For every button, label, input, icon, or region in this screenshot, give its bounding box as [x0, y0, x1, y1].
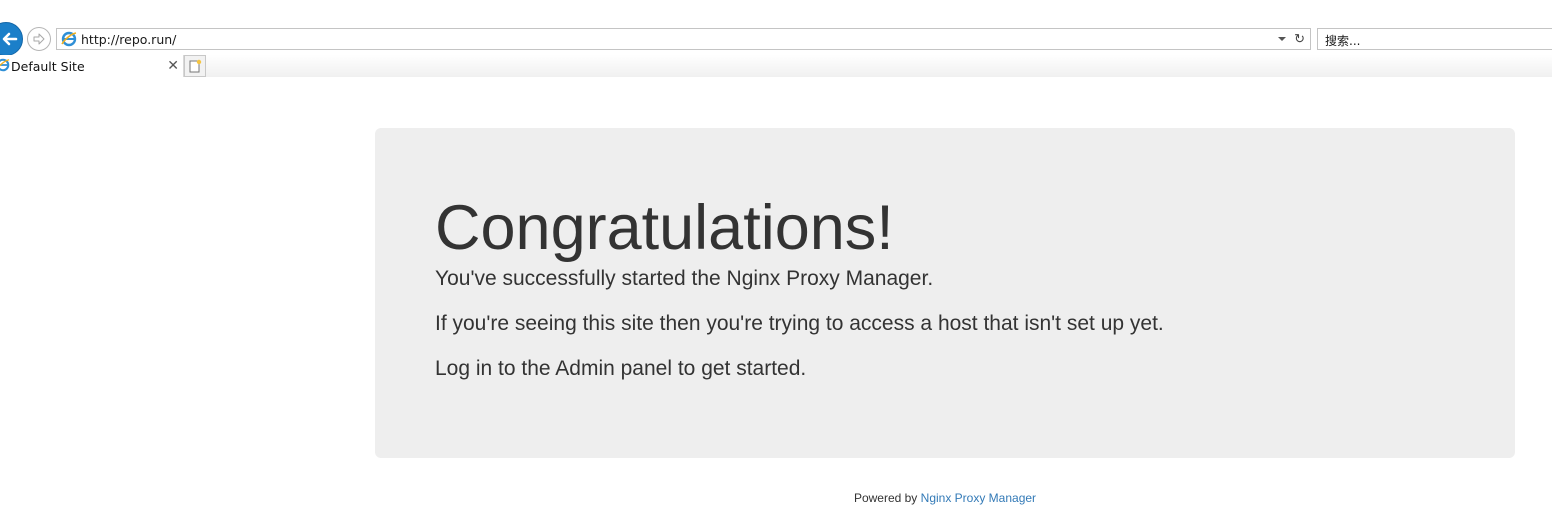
- tab-label: Default Site: [11, 59, 85, 74]
- page-title: Congratulations!: [435, 193, 894, 263]
- new-tab-icon: [189, 59, 202, 73]
- forward-arrow-icon: [33, 33, 45, 45]
- ie-icon: [0, 58, 10, 72]
- ie-icon: [61, 31, 77, 47]
- login-hint-text: Log in to the Admin panel to get started…: [435, 357, 807, 380]
- address-url: http://repo.run/: [81, 32, 177, 47]
- info-text: If you're seeing this site then you're t…: [435, 312, 1164, 335]
- intro-text: You've successfully started the Nginx Pr…: [435, 267, 934, 290]
- footer: Powered by Nginx Proxy Manager: [0, 491, 1552, 505]
- tab-strip: Default Site ✕: [0, 55, 1552, 77]
- search-input[interactable]: 搜索...: [1317, 28, 1552, 50]
- forward-button[interactable]: [27, 27, 51, 51]
- back-button[interactable]: [0, 22, 23, 56]
- close-icon[interactable]: ✕: [167, 57, 179, 74]
- address-bar[interactable]: http://repo.run/ ↻: [56, 28, 1311, 50]
- jumbotron: Congratulations! You've successfully sta…: [375, 128, 1515, 458]
- chevron-down-icon[interactable]: [1278, 37, 1286, 41]
- footer-prefix: Powered by: [853, 491, 918, 505]
- browser-toolbar: http://repo.run/ ↻ 搜索...: [0, 0, 1552, 56]
- back-arrow-icon: [2, 32, 18, 46]
- tab-default-site[interactable]: Default Site ✕: [0, 55, 184, 77]
- search-placeholder: 搜索...: [1325, 34, 1361, 48]
- refresh-icon[interactable]: ↻: [1294, 31, 1305, 47]
- nginx-proxy-manager-link[interactable]: Nginx Proxy Manager: [921, 491, 1036, 505]
- new-tab-button[interactable]: [184, 55, 206, 77]
